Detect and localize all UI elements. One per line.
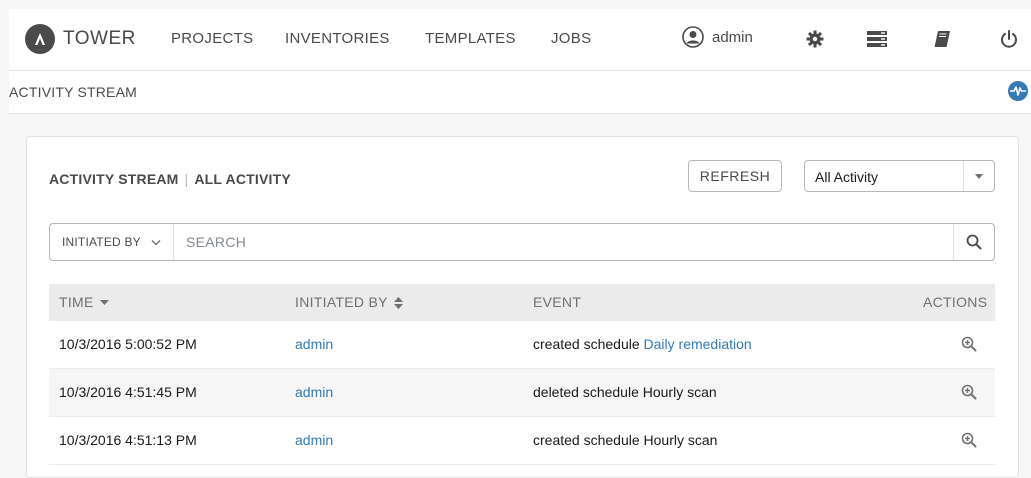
activity-pulse-icon[interactable] [1008, 81, 1028, 101]
top-navigation: TOWER PROJECTS INVENTORIES TEMPLATES JOB… [9, 9, 1031, 71]
search-key-dropdown[interactable]: INITIATED BY [50, 224, 174, 260]
zoom-view-icon[interactable] [961, 432, 977, 448]
brand-name: TOWER [63, 28, 136, 49]
column-header-initiated-by-label: INITIATED BY [295, 294, 388, 310]
table-row: 10/3/2016 4:51:13 PM admin created sched… [49, 417, 995, 465]
user-menu[interactable]: admin [682, 26, 753, 48]
caret-down-icon [975, 173, 983, 179]
search-key-label: INITIATED BY [62, 235, 141, 249]
server-stack-icon[interactable] [866, 28, 888, 50]
row-user-link[interactable]: admin [295, 384, 333, 400]
row-time: 10/3/2016 4:51:13 PM [59, 432, 197, 448]
search-button[interactable] [953, 224, 994, 260]
user-name: admin [712, 28, 753, 46]
nav-link-projects[interactable]: PROJECTS [171, 30, 253, 47]
row-event: deleted schedule Hourly scan [533, 384, 717, 400]
refresh-button[interactable]: REFRESH [688, 160, 782, 192]
chevron-down-icon [151, 239, 161, 245]
settings-gear-icon[interactable] [804, 28, 826, 50]
search-input[interactable] [176, 224, 946, 260]
column-header-event: EVENT [533, 294, 582, 310]
sort-icon [393, 297, 403, 310]
row-time: 10/3/2016 4:51:45 PM [59, 384, 197, 400]
brand-home-link[interactable]: TOWER [25, 23, 136, 55]
column-header-time[interactable]: TIME [59, 294, 109, 310]
zoom-view-icon[interactable] [961, 384, 977, 400]
tower-logo-icon [25, 24, 55, 54]
panel-title-main: ACTIVITY STREAM [49, 171, 179, 187]
nav-link-jobs[interactable]: JOBS [551, 30, 591, 47]
row-user-link[interactable]: admin [295, 432, 333, 448]
power-icon[interactable] [998, 28, 1020, 50]
column-header-time-label: TIME [59, 294, 94, 310]
table-row: 10/3/2016 4:51:45 PM admin deleted sched… [49, 369, 995, 417]
column-header-actions: ACTIONS [923, 294, 988, 310]
row-user-link[interactable]: admin [295, 336, 333, 352]
table-row: 10/3/2016 5:00:52 PM admin created sched… [49, 321, 995, 369]
docs-book-icon[interactable] [931, 28, 953, 50]
nav-link-inventories[interactable]: INVENTORIES [285, 30, 390, 47]
row-event-text: created schedule [533, 336, 640, 352]
row-event-link[interactable]: Daily remediation [644, 336, 752, 352]
panel-title: ACTIVITY STREAM | ALL ACTIVITY [49, 171, 291, 187]
row-event: created schedule Daily remediation [533, 336, 752, 352]
search-icon [966, 234, 982, 250]
panel-title-sub: ALL ACTIVITY [194, 171, 291, 187]
breadcrumb: ACTIVITY STREAM [9, 71, 1031, 114]
activity-filter-select[interactable]: All Activity [804, 160, 995, 192]
title-separator: | [184, 171, 189, 187]
row-time: 10/3/2016 5:00:52 PM [59, 336, 197, 352]
search-bar: INITIATED BY [49, 223, 995, 261]
user-avatar-icon [682, 26, 704, 48]
activity-filter-value: All Activity [815, 169, 879, 185]
sort-desc-icon [99, 300, 109, 306]
activity-table: TIME INITIATED BY EVENT ACTIONS 10/3/201… [49, 284, 995, 465]
column-header-initiated-by[interactable]: INITIATED BY [295, 294, 403, 310]
zoom-view-icon[interactable] [961, 336, 977, 352]
table-header: TIME INITIATED BY EVENT ACTIONS [49, 284, 995, 321]
activity-stream-panel: ACTIVITY STREAM | ALL ACTIVITY REFRESH All… [26, 136, 1019, 478]
select-caret[interactable] [963, 161, 994, 191]
nav-link-templates[interactable]: TEMPLATES [425, 30, 516, 47]
breadcrumb-current: ACTIVITY STREAM [9, 84, 137, 100]
row-event: created schedule Hourly scan [533, 432, 718, 448]
